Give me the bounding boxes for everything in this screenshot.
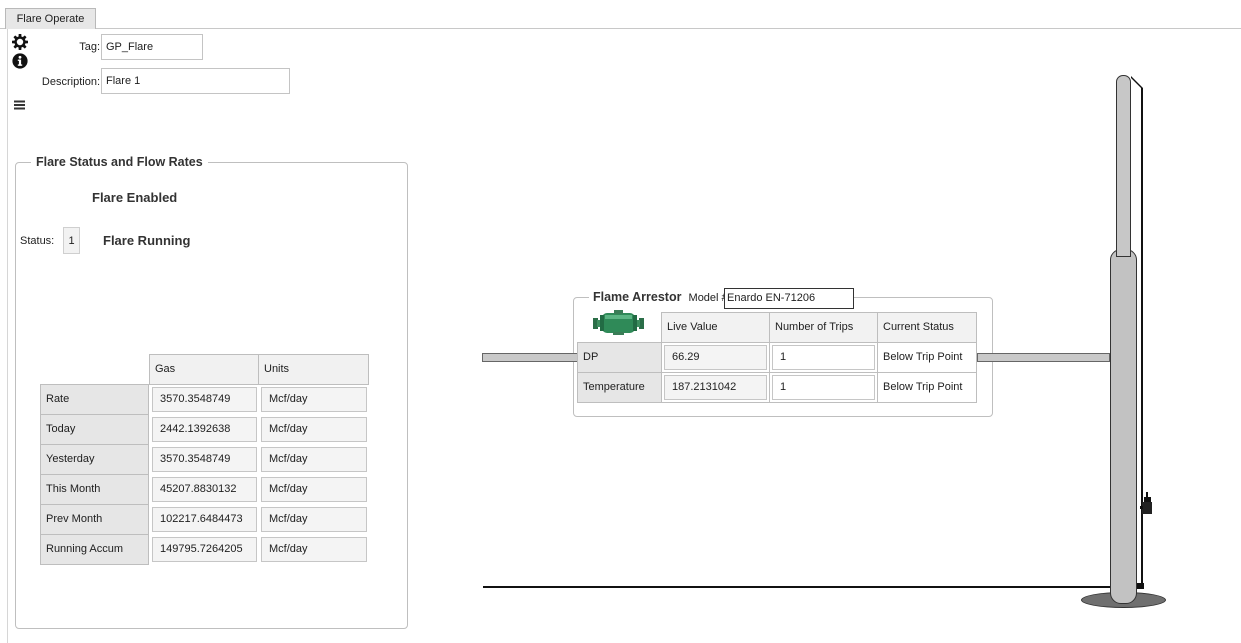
flow-row-gas-value: 102217.6484473: [152, 507, 257, 532]
flame-arrestor-legend-wrap: Flame Arrestor Model #: [589, 290, 732, 304]
flow-row-units: Mcf/day: [261, 507, 367, 532]
pilot-line-foot: [1137, 583, 1144, 589]
flow-row-label: This Month: [40, 474, 149, 505]
flare-enabled-text: Flare Enabled: [92, 190, 178, 205]
description-input[interactable]: Flare 1: [101, 68, 290, 94]
flow-row-label: Rate: [40, 384, 149, 415]
flow-row-units: Mcf/day: [261, 447, 367, 472]
column-header-live-value: Live Value: [661, 312, 770, 343]
flare-status-legend: Flare Status and Flow Rates: [31, 155, 208, 169]
flow-row-gas-value: 3570.3548749: [152, 387, 257, 412]
arrestor-live-value: 187.2131042: [664, 375, 767, 400]
column-header-current-status: Current Status: [877, 312, 977, 343]
arrestor-row-label: Temperature: [577, 372, 662, 403]
flow-row-units: Mcf/day: [261, 477, 367, 502]
flame-arrestor-image: [592, 309, 645, 336]
flow-row-label: Prev Month: [40, 504, 149, 535]
flame-arrestor-legend: Flame Arrestor: [593, 290, 682, 304]
flare-stack-upper: [1116, 75, 1131, 257]
flow-row-label: Today: [40, 414, 149, 445]
info-icon[interactable]: [12, 53, 28, 69]
description-label: Description:: [41, 76, 100, 88]
tag-input[interactable]: GP_Flare: [101, 34, 203, 60]
model-input[interactable]: Enardo EN-71206: [724, 288, 854, 309]
flow-row-gas-value: 45207.8830132: [152, 477, 257, 502]
flow-row-gas-value: 149795.7264205: [152, 537, 257, 562]
content-border: [7, 29, 8, 643]
arrestor-row-label: DP: [577, 342, 662, 373]
ground-line: [483, 586, 1141, 588]
column-header-units: Units: [258, 354, 369, 385]
flare-stack-lower: [1110, 249, 1137, 604]
igniter-icon: [1139, 492, 1152, 516]
column-header-gas: Gas: [149, 354, 259, 385]
gear-icon[interactable]: [11, 33, 29, 51]
arrestor-live-value: 66.29: [664, 345, 767, 370]
inlet-pipe: [482, 353, 578, 362]
arrestor-trips-input[interactable]: 1: [772, 345, 875, 370]
flow-row-gas-value: 3570.3548749: [152, 447, 257, 472]
status-value: 1: [63, 227, 80, 254]
column-header-number-of-trips: Number of Trips: [769, 312, 878, 343]
flow-row-label: Running Accum: [40, 534, 149, 565]
arrestor-trips-input[interactable]: 1: [772, 375, 875, 400]
flow-row-units: Mcf/day: [261, 537, 367, 562]
tag-label: Tag:: [79, 41, 100, 53]
flare-running-text: Flare Running: [103, 233, 191, 248]
status-label: Status:: [20, 235, 55, 247]
model-label: Model #: [688, 292, 728, 304]
tab-flare-operate[interactable]: Flare Operate: [5, 8, 96, 29]
flow-row-units: Mcf/day: [261, 387, 367, 412]
flow-row-units: Mcf/day: [261, 417, 367, 442]
outlet-pipe: [977, 353, 1110, 362]
hamburger-menu-icon[interactable]: [14, 100, 25, 110]
arrestor-current-status: Below Trip Point: [877, 372, 977, 403]
flow-row-label: Yesterday: [40, 444, 149, 475]
tab-strip: Flare Operate: [0, 0, 1241, 29]
flow-row-gas-value: 2442.1392638: [152, 417, 257, 442]
arrestor-current-status: Below Trip Point: [877, 342, 977, 373]
